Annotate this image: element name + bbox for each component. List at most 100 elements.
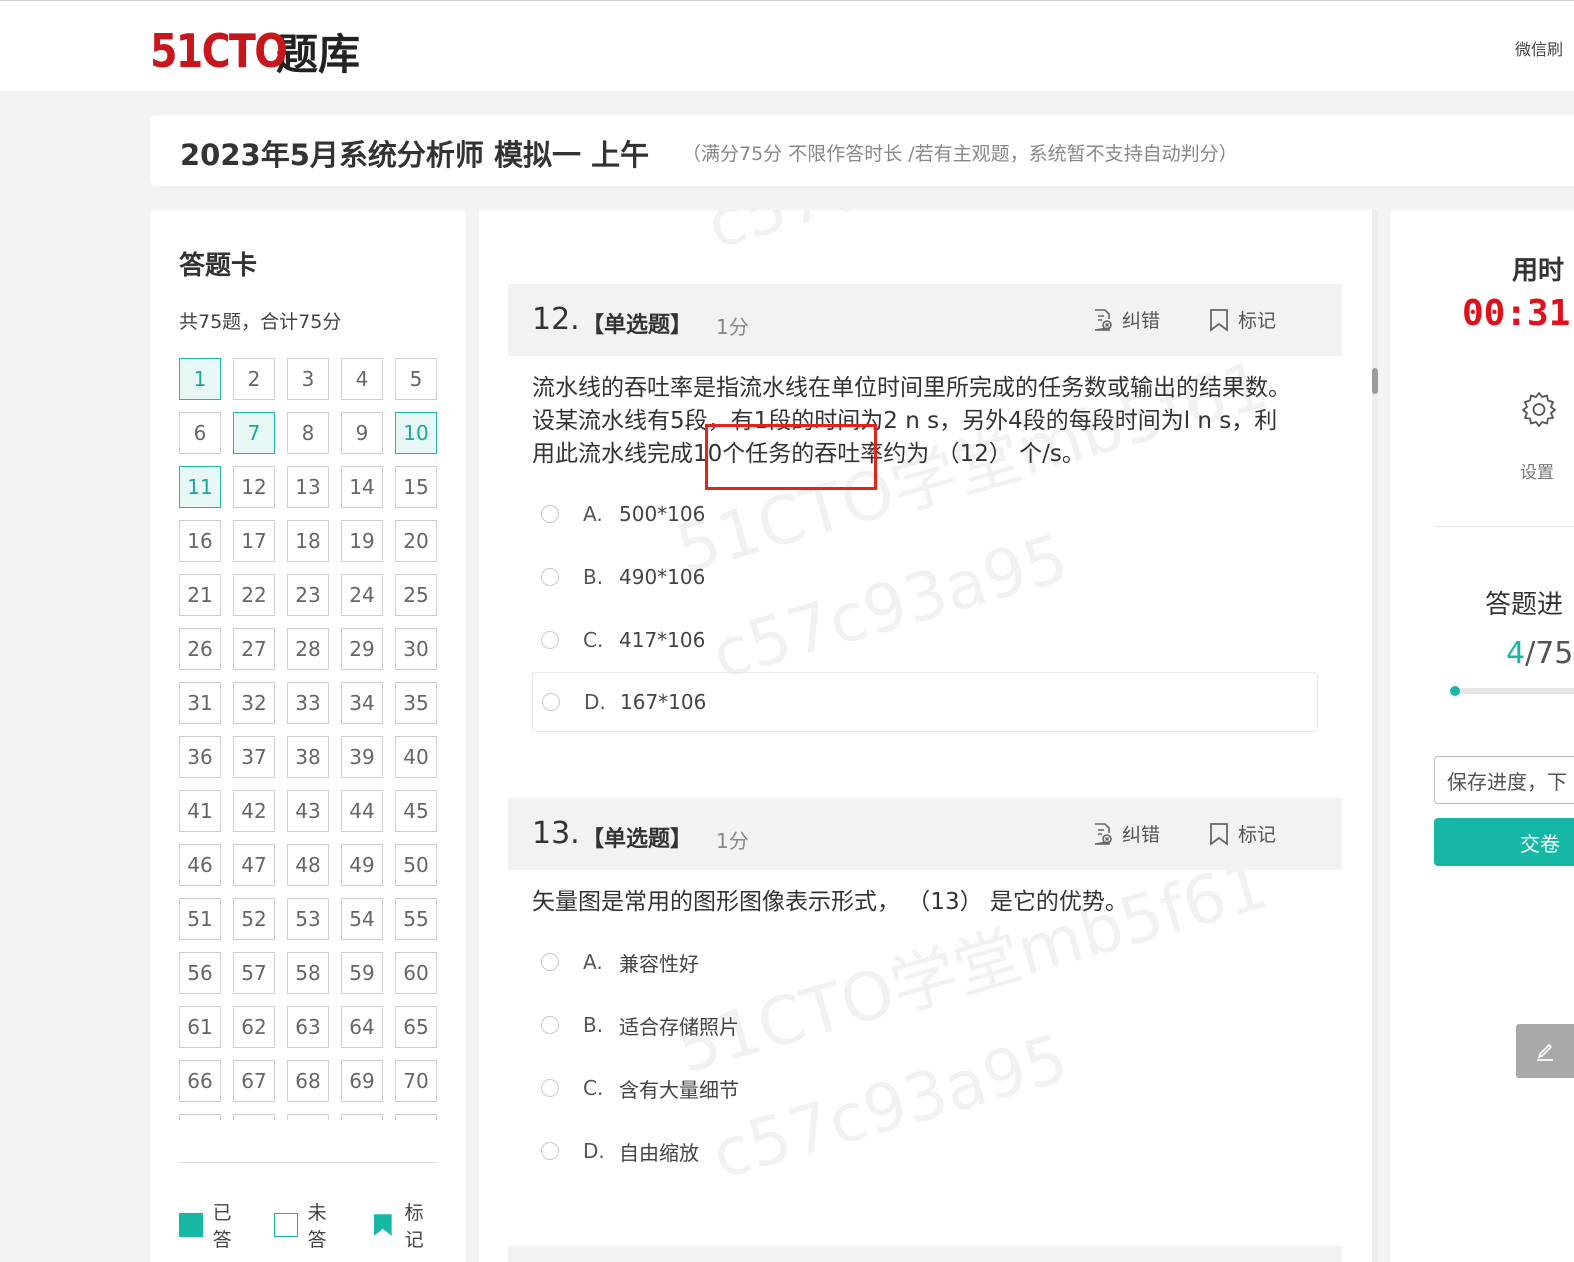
question-cell-61[interactable]: 61 [179,1006,221,1048]
question-cell-30[interactable]: 30 [395,628,437,670]
question-cell-65[interactable]: 65 [395,1006,437,1048]
question-cell-60[interactable]: 60 [395,952,437,994]
question-cell-39[interactable]: 39 [341,736,383,778]
question-cell-15[interactable]: 15 [395,466,437,508]
question-cell-45[interactable]: 45 [395,790,437,832]
question-cell-28[interactable]: 28 [287,628,329,670]
question-cell-67[interactable]: 67 [233,1060,275,1102]
question-cell-58[interactable]: 58 [287,952,329,994]
question-cell-37[interactable]: 37 [233,736,275,778]
report-error-button[interactable]: 纠错 [1090,306,1160,333]
question-cell-50[interactable]: 50 [395,844,437,886]
question-cell-17[interactable]: 17 [233,520,275,562]
radio-button[interactable] [541,631,559,649]
option-b[interactable]: B. 适合存储照片 [532,995,1318,1055]
option-a[interactable]: A. 500*106 [532,484,1318,544]
question-cell-63[interactable]: 63 [287,1006,329,1048]
mark-button[interactable]: 标记 [1208,820,1276,847]
question-cell-9[interactable]: 9 [341,412,383,454]
question-cell-2[interactable]: 2 [233,358,275,400]
question-cell-8[interactable]: 8 [287,412,329,454]
option-a[interactable]: A. 兼容性好 [532,932,1318,992]
floating-note-button[interactable] [1516,1024,1574,1078]
question-cell-29[interactable]: 29 [341,628,383,670]
question-cell-5[interactable]: 5 [395,358,437,400]
radio-button[interactable] [542,693,560,711]
radio-button[interactable] [541,1142,559,1160]
question-cell-25[interactable]: 25 [395,574,437,616]
question-cell-31[interactable]: 31 [179,682,221,724]
question-cell-55[interactable]: 55 [395,898,437,940]
question-cell-23[interactable]: 23 [287,574,329,616]
question-cell-48[interactable]: 48 [287,844,329,886]
question-cell-66[interactable]: 66 [179,1060,221,1102]
question-cell-62[interactable]: 62 [233,1006,275,1048]
question-cell-36[interactable]: 36 [179,736,221,778]
question-cell-12[interactable]: 12 [233,466,275,508]
question-cell-13[interactable]: 13 [287,466,329,508]
option-b[interactable]: B. 490*106 [532,547,1318,607]
question-cell-59[interactable]: 59 [341,952,383,994]
submit-button[interactable]: 交卷 [1434,818,1574,866]
logo[interactable]: 51CTO 题库 [150,24,360,79]
option-d[interactable]: D. 167*106 [532,672,1318,732]
question-cell-19[interactable]: 19 [341,520,383,562]
settings-label[interactable]: 设置 [1520,458,1554,483]
question-cell-70[interactable]: 70 [395,1060,437,1102]
question-cell-20[interactable]: 20 [395,520,437,562]
question-cell-4[interactable]: 4 [341,358,383,400]
question-cell-33[interactable]: 33 [287,682,329,724]
question-panel[interactable]: c57c93a95 51CTO学堂mb5f61 c57c93a95 51CTO学… [479,210,1372,1262]
question-cell-40[interactable]: 40 [395,736,437,778]
question-cell-42[interactable]: 42 [233,790,275,832]
radio-button[interactable] [541,505,559,523]
question-cell-18[interactable]: 18 [287,520,329,562]
question-cell-27[interactable]: 27 [233,628,275,670]
question-cell-10[interactable]: 10 [395,412,437,454]
question-cell-53[interactable]: 53 [287,898,329,940]
question-cell-14[interactable]: 14 [341,466,383,508]
question-cell-34[interactable]: 34 [341,682,383,724]
radio-button[interactable] [541,568,559,586]
question-cell-69[interactable]: 69 [341,1060,383,1102]
question-cell-71[interactable]: 71 [179,1114,221,1120]
question-cell-73[interactable]: 73 [287,1114,329,1120]
option-d[interactable]: D. 自由缩放 [532,1121,1318,1181]
question-cell-64[interactable]: 64 [341,1006,383,1048]
question-cell-57[interactable]: 57 [233,952,275,994]
question-cell-46[interactable]: 46 [179,844,221,886]
question-cell-54[interactable]: 54 [341,898,383,940]
question-cell-41[interactable]: 41 [179,790,221,832]
radio-button[interactable] [541,1079,559,1097]
question-cell-16[interactable]: 16 [179,520,221,562]
question-cell-51[interactable]: 51 [179,898,221,940]
option-c[interactable]: C. 含有大量细节 [532,1058,1318,1118]
question-cell-75[interactable]: 75 [395,1114,437,1120]
question-cell-24[interactable]: 24 [341,574,383,616]
question-cell-38[interactable]: 38 [287,736,329,778]
question-cell-43[interactable]: 43 [287,790,329,832]
option-c[interactable]: C. 417*106 [532,610,1318,670]
question-cell-11[interactable]: 11 [179,466,221,508]
gear-icon[interactable] [1520,390,1558,428]
question-cell-21[interactable]: 21 [179,574,221,616]
question-cell-56[interactable]: 56 [179,952,221,994]
radio-button[interactable] [541,1016,559,1034]
scrollbar-thumb[interactable] [1372,368,1378,394]
question-cell-32[interactable]: 32 [233,682,275,724]
save-progress-button[interactable]: 保存进度，下 [1434,756,1574,804]
question-cell-26[interactable]: 26 [179,628,221,670]
question-cell-72[interactable]: 72 [233,1114,275,1120]
question-cell-6[interactable]: 6 [179,412,221,454]
question-cell-52[interactable]: 52 [233,898,275,940]
question-cell-47[interactable]: 47 [233,844,275,886]
question-cell-35[interactable]: 35 [395,682,437,724]
report-error-button[interactable]: 纠错 [1090,820,1160,847]
question-cell-1[interactable]: 1 [179,358,221,400]
radio-button[interactable] [541,953,559,971]
question-cell-7[interactable]: 7 [233,412,275,454]
wechat-practice-link[interactable]: 微信刷 [1515,36,1563,60]
question-cell-74[interactable]: 74 [341,1114,383,1120]
question-grid-scroll[interactable]: 1 2 3 4 5 6 7 8 9 10 11 12 13 14 15 16 17 18 19 20 21 22 23 24 2… [179,358,439,1120]
mark-button[interactable]: 标记 [1208,306,1276,333]
